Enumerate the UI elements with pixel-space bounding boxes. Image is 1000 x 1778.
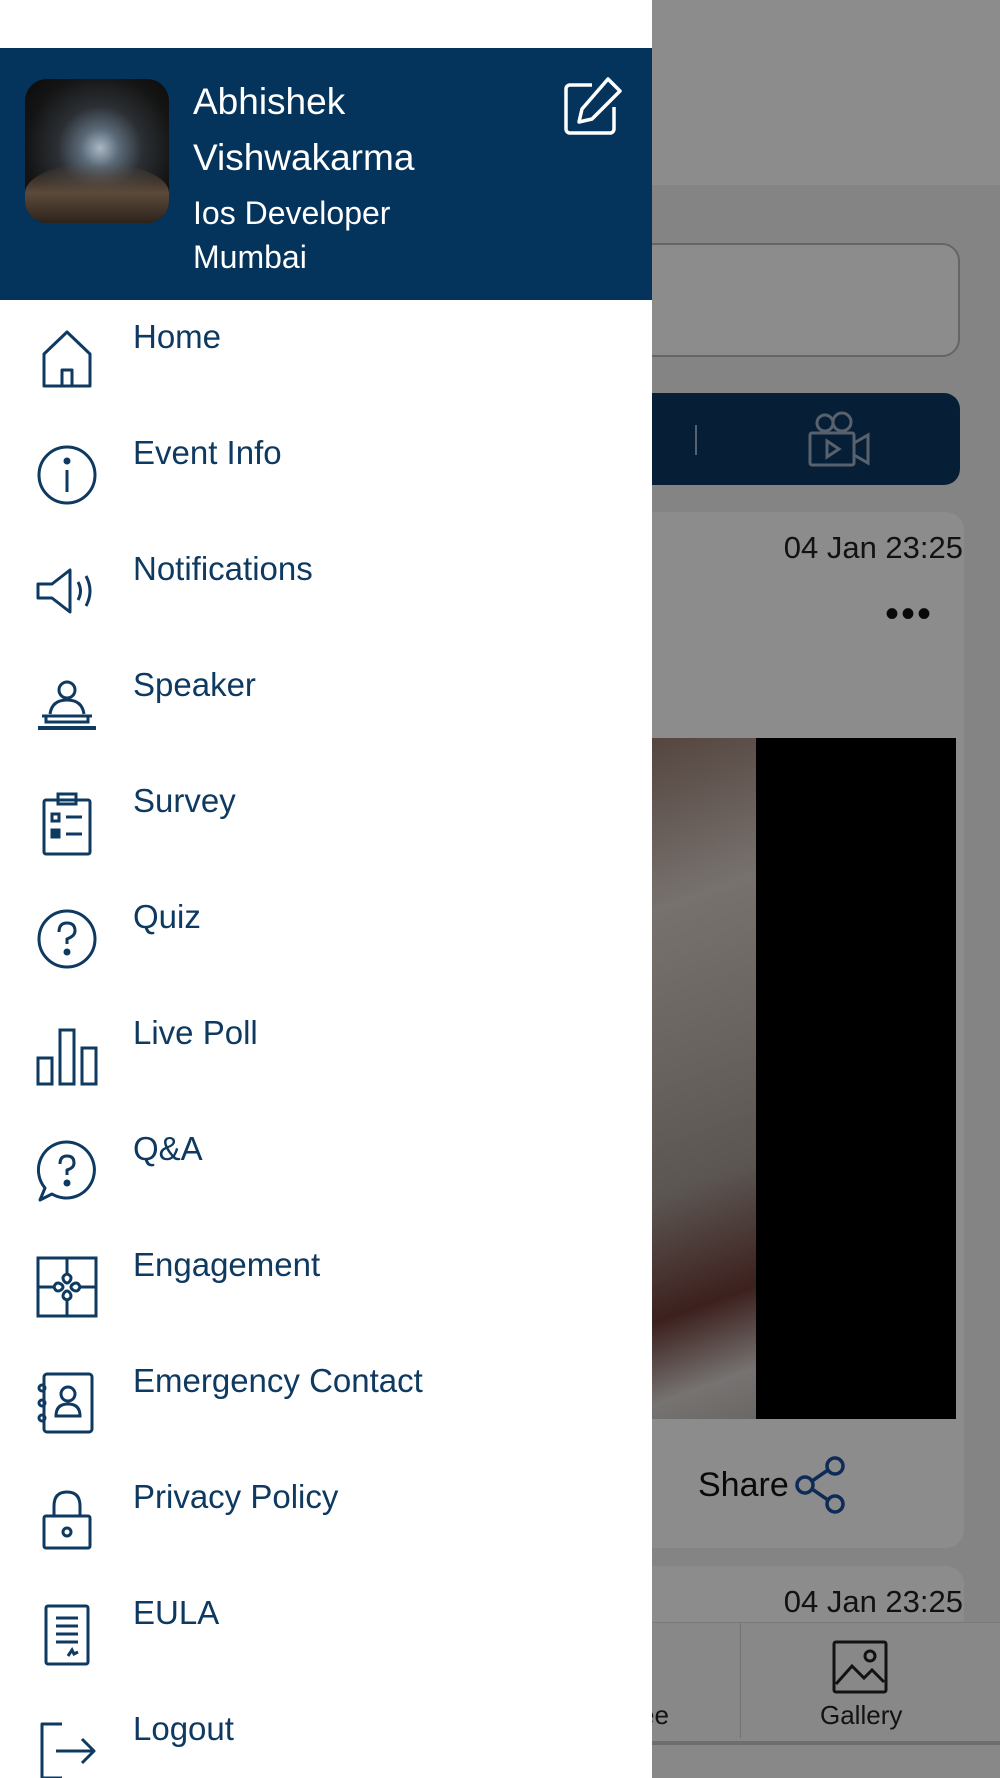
menu-item-survey[interactable]: Survey	[0, 764, 652, 880]
question-bubble-icon	[34, 1138, 100, 1204]
menu-item-label: Engagement	[133, 1246, 321, 1283]
menu-item-notifications[interactable]: Notifications	[0, 532, 652, 648]
menu-item-label: Speaker	[133, 666, 256, 703]
menu-item-engagement[interactable]: Engagement	[0, 1228, 652, 1344]
profile-header: Abhishek Vishwakarma Ios Developer Mumba…	[0, 48, 652, 300]
menu-item-label: Privacy Policy	[133, 1478, 339, 1515]
menu-item-label: EULA	[133, 1594, 220, 1631]
logout-icon	[34, 1718, 100, 1778]
speaker-podium-icon	[34, 674, 100, 740]
contact-book-icon	[34, 1370, 100, 1436]
menu-item-label: Home	[133, 318, 222, 355]
menu-item-privacy-policy[interactable]: Privacy Policy	[0, 1460, 652, 1576]
side-drawer: Abhishek Vishwakarma Ios Developer Mumba…	[0, 0, 652, 1778]
menu-item-label: Notifications	[133, 550, 313, 587]
menu-item-label: Emergency Contact	[133, 1362, 423, 1399]
menu-item-label: Event Info	[133, 434, 282, 471]
profile-name: Abhishek Vishwakarma	[193, 81, 415, 178]
menu-item-qa[interactable]: Q&A	[0, 1112, 652, 1228]
menu-item-eula[interactable]: EULA	[0, 1576, 652, 1692]
edit-icon	[564, 77, 622, 135]
menu-item-event-info[interactable]: Event Info	[0, 416, 652, 532]
profile-role: Ios Developer	[193, 195, 391, 231]
menu-item-speaker[interactable]: Speaker	[0, 648, 652, 764]
menu-item-label: Logout	[133, 1710, 234, 1747]
menu-item-label: Q&A	[133, 1130, 203, 1167]
menu-item-emergency-contact[interactable]: Emergency Contact	[0, 1344, 652, 1460]
menu-item-home[interactable]: Home	[0, 300, 652, 416]
menu-item-live-poll[interactable]: Live Poll	[0, 996, 652, 1112]
lock-icon	[34, 1486, 100, 1552]
puzzle-icon	[34, 1254, 100, 1320]
edit-profile-button[interactable]	[558, 75, 624, 141]
question-circle-icon	[34, 906, 100, 972]
avatar[interactable]	[25, 79, 169, 223]
clipboard-checklist-icon	[34, 790, 100, 856]
profile-city: Mumbai	[193, 239, 307, 275]
menu-item-label: Quiz	[133, 898, 201, 935]
menu-item-label: Live Poll	[133, 1014, 258, 1051]
document-icon	[34, 1602, 100, 1668]
menu-item-label: Survey	[133, 782, 236, 819]
home-icon	[34, 326, 100, 392]
menu-item-logout[interactable]: Logout	[0, 1692, 652, 1778]
megaphone-icon	[34, 558, 100, 624]
menu-item-quiz[interactable]: Quiz	[0, 880, 652, 996]
info-icon	[34, 442, 100, 508]
bar-chart-icon	[34, 1022, 100, 1088]
